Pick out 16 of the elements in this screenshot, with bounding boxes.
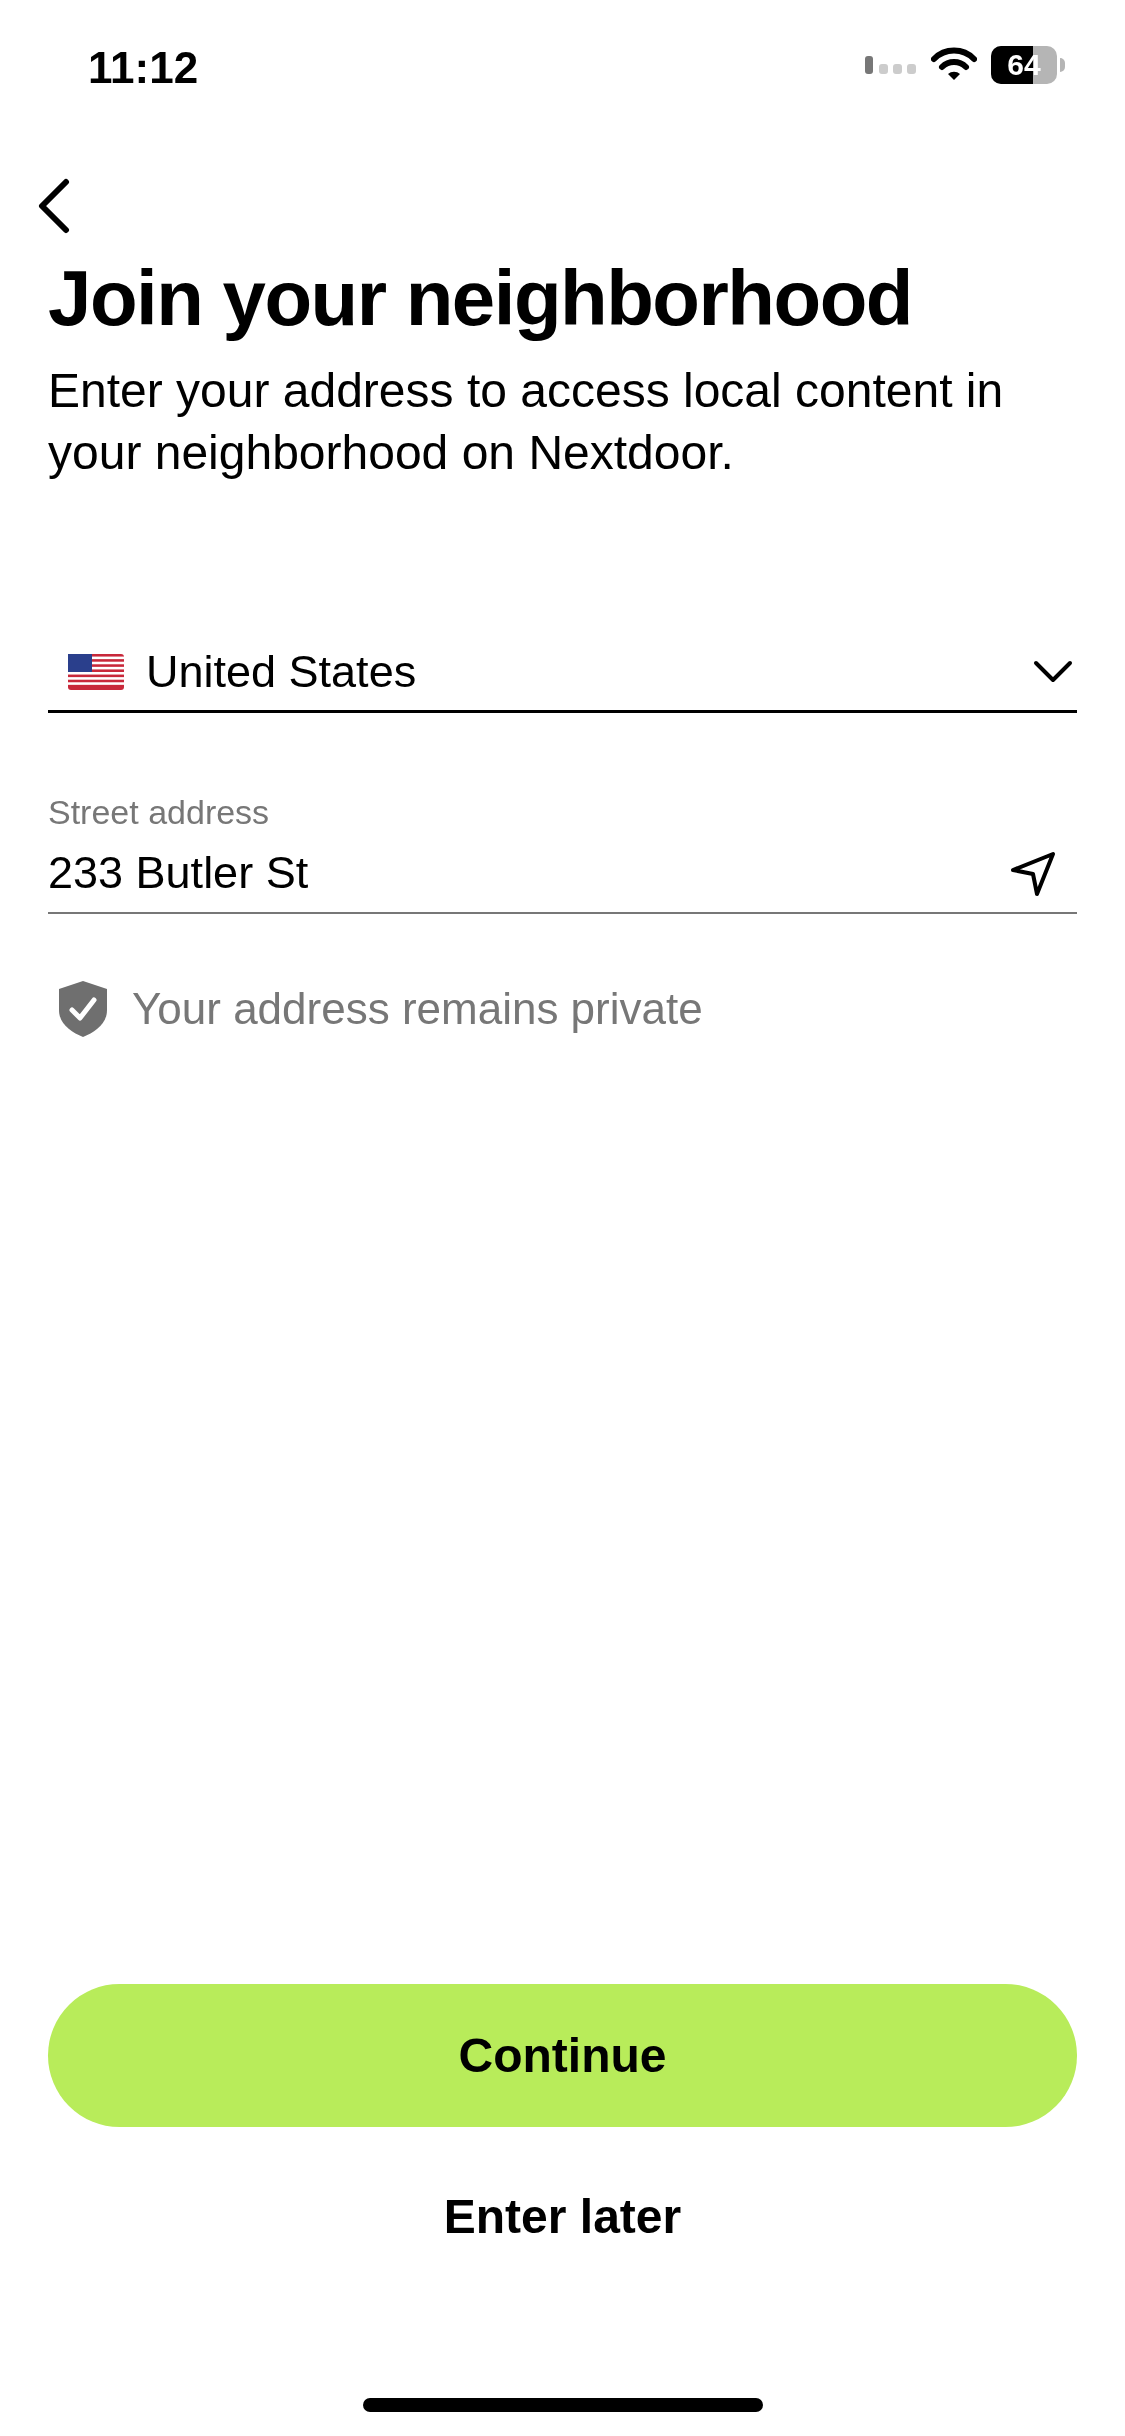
continue-button[interactable]: Continue [48, 1984, 1077, 2127]
page-subtitle: Enter your address to access local content in your neighborhood on Nextdoor. [48, 362, 1005, 481]
location-arrow-icon[interactable] [1009, 849, 1057, 898]
privacy-note: Your address remains private [132, 983, 703, 1034]
flag-icon [68, 653, 124, 690]
status-time: 11:12 [88, 42, 200, 93]
country-select[interactable]: United States [48, 633, 1077, 713]
enter-later-button[interactable]: Enter later [403, 2165, 722, 2268]
street-address-field[interactable]: 233 Butler St [48, 837, 1077, 914]
battery-tip-icon [1060, 58, 1065, 72]
shield-check-icon [58, 979, 108, 1038]
chevron-down-icon [1033, 659, 1073, 684]
field-label: Street address [48, 792, 271, 832]
wifi-icon [931, 47, 977, 83]
page-title: Join your neighborhood [48, 253, 913, 344]
cellular-signal-icon [865, 56, 917, 74]
